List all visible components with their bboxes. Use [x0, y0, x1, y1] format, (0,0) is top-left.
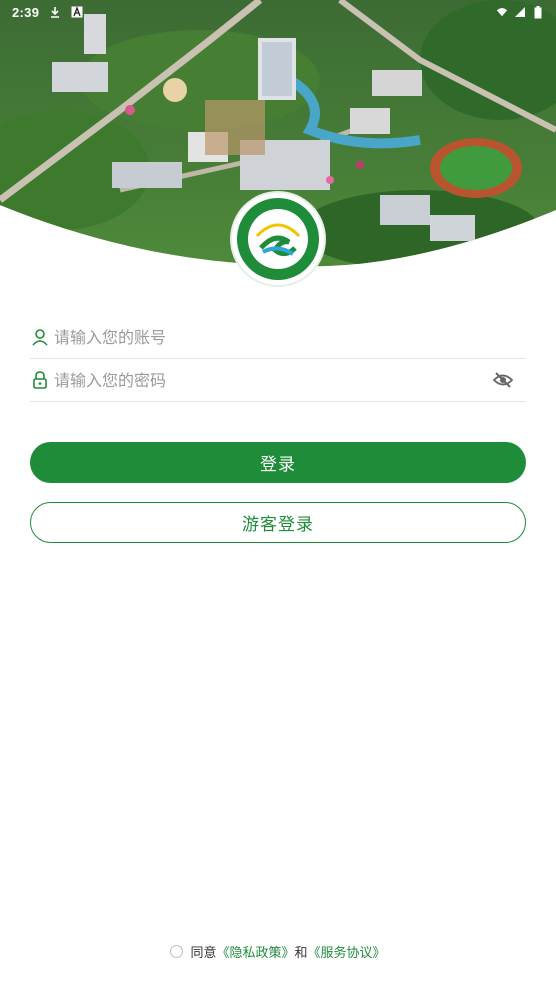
password-field — [30, 359, 526, 402]
privacy-policy-link[interactable]: 《隐私政策》 — [216, 942, 294, 961]
agreement-conjunction: 和 — [294, 946, 308, 961]
status-bar: 2:39 — [0, 0, 556, 24]
login-form — [30, 316, 526, 402]
status-right — [496, 5, 544, 18]
status-left: 2:39 — [12, 5, 83, 20]
account-field — [30, 316, 526, 359]
download-icon — [49, 6, 61, 18]
login-button[interactable]: 登录 — [30, 442, 526, 483]
guest-login-button[interactable]: 游客登录 — [30, 502, 526, 543]
agree-radio[interactable] — [170, 945, 184, 958]
battery-icon — [532, 5, 544, 18]
lock-icon — [30, 370, 50, 390]
college-emblem-icon — [237, 198, 319, 280]
user-icon — [30, 327, 50, 347]
college-logo — [232, 193, 324, 285]
agreement-row: 同意 《隐私政策》 和 《服务协议》 — [0, 942, 556, 961]
signal-icon — [514, 6, 526, 18]
account-input[interactable] — [54, 319, 526, 355]
wifi-icon — [496, 6, 508, 18]
service-agreement-link[interactable]: 《服务协议》 — [308, 942, 386, 961]
status-time: 2:39 — [12, 4, 40, 20]
text-a-icon — [71, 6, 83, 18]
agreement-prefix: 同意 — [190, 946, 217, 961]
eye-off-icon[interactable] — [492, 369, 514, 391]
password-input[interactable] — [54, 362, 492, 398]
